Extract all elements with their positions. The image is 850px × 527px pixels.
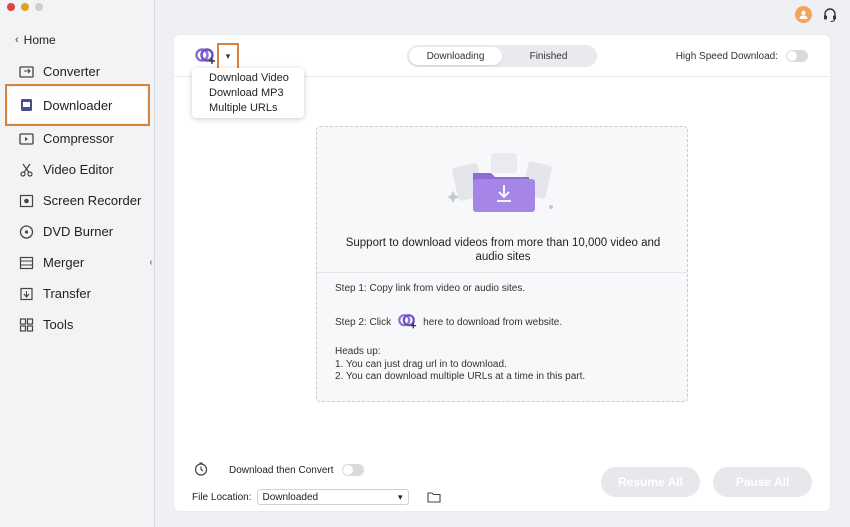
- sidebar-nav: Converter Downloader Compressor Video Ed…: [0, 56, 155, 340]
- tools-icon: [18, 317, 34, 333]
- sidebar-item-transfer[interactable]: Transfer: [0, 278, 155, 309]
- sidebar-item-screen-recorder[interactable]: Screen Recorder: [0, 185, 155, 216]
- converter-icon: [18, 64, 34, 80]
- menu-item-multiple-urls[interactable]: Multiple URLs: [192, 101, 304, 116]
- file-location-label: File Location:: [192, 491, 252, 503]
- tip-1: 1. You can just drag url in to download.: [335, 358, 507, 370]
- folder-icon[interactable]: [427, 491, 442, 503]
- headset-icon[interactable]: [822, 7, 838, 23]
- scissors-icon: [18, 162, 34, 178]
- add-url-menu: Download Video Download MP3 Multiple URL…: [192, 68, 304, 118]
- compressor-icon: [18, 131, 34, 147]
- high-speed-download: High Speed Download:: [676, 50, 808, 62]
- dvd-icon: [18, 224, 34, 240]
- download-then-convert-label: Download then Convert: [229, 464, 334, 476]
- window-controls: [7, 3, 43, 11]
- file-location: File Location: Downloaded ▾: [192, 489, 442, 505]
- sidebar-item-tools[interactable]: Tools: [0, 309, 155, 340]
- downloader-icon: [18, 97, 34, 113]
- tip-2: 2. You can download multiple URLs at a t…: [335, 371, 586, 382]
- sidebar-item-label: Merger: [43, 255, 85, 270]
- sidebar-item-label: Compressor: [43, 131, 114, 146]
- download-then-convert: Download then Convert: [229, 464, 364, 476]
- sidebar-item-label: Video Editor: [43, 162, 114, 177]
- sidebar: ‹ Home Converter Downloader Compressor V…: [0, 0, 155, 527]
- sidebar-item-compressor[interactable]: Compressor: [0, 123, 155, 154]
- add-url-dropdown-button[interactable]: ▾: [217, 43, 239, 70]
- timer-icon[interactable]: [194, 462, 208, 476]
- download-folder-icon: [447, 151, 557, 221]
- high-speed-toggle[interactable]: [786, 50, 808, 62]
- zoom-window-button[interactable]: [35, 3, 43, 11]
- transfer-icon: [18, 286, 34, 302]
- chevron-left-icon: ‹: [15, 34, 19, 46]
- step-2-prefix: Step 2: Click: [335, 316, 392, 328]
- home-label: Home: [23, 33, 56, 47]
- sidebar-item-label: Downloader: [43, 97, 113, 113]
- sidebar-item-label: Tools: [43, 317, 74, 332]
- screen-recorder-icon: [18, 193, 34, 209]
- minimize-window-button[interactable]: [21, 3, 29, 11]
- avatar[interactable]: [795, 6, 812, 23]
- status-tabs: Downloading Finished: [407, 45, 597, 67]
- divider: [317, 272, 687, 273]
- add-url-button[interactable]: [194, 46, 216, 68]
- step-2-suffix: here to download from website.: [423, 316, 563, 328]
- menu-item-download-mp3[interactable]: Download MP3: [192, 86, 304, 101]
- sidebar-item-label: Transfer: [43, 286, 91, 301]
- heads-up-title: Heads up:: [335, 346, 381, 357]
- high-speed-label: High Speed Download:: [675, 50, 778, 62]
- download-then-convert-toggle[interactable]: [341, 464, 364, 476]
- close-window-button[interactable]: [7, 3, 15, 11]
- tab-downloading[interactable]: Downloading: [409, 47, 502, 65]
- tab-finished[interactable]: Finished: [502, 47, 595, 65]
- sidebar-item-converter[interactable]: Converter: [0, 56, 155, 87]
- collapse-sidebar-button[interactable]: ‹: [145, 250, 157, 274]
- sidebar-item-label: Screen Recorder: [43, 193, 142, 208]
- step-1-text: Step 1: Copy link from video or audio si…: [335, 283, 526, 294]
- sidebar-item-video-editor[interactable]: Video Editor: [0, 154, 155, 185]
- heads-up: Heads up: 1. You can just drag url in to…: [335, 346, 585, 384]
- link-add-icon: [195, 48, 215, 64]
- link-add-icon: [397, 312, 417, 332]
- sidebar-item-dvd-burner[interactable]: DVD Burner: [0, 216, 155, 247]
- chevron-left-icon: ‹: [149, 256, 153, 268]
- pause-all-button[interactable]: Pause All: [713, 467, 812, 497]
- drop-zone[interactable]: Support to download videos from more tha…: [316, 126, 688, 402]
- sidebar-item-label: DVD Burner: [43, 224, 114, 239]
- file-location-select[interactable]: Downloaded ▾: [257, 489, 410, 505]
- sidebar-item-label: Converter: [43, 64, 101, 79]
- step-2-text: Step 2: Click here to download from webs…: [335, 312, 562, 332]
- top-right-icons: [795, 6, 838, 23]
- chevron-down-icon: ▾: [397, 491, 403, 502]
- home-link[interactable]: ‹ Home: [15, 33, 56, 47]
- sidebar-item-downloader[interactable]: Downloader: [5, 84, 150, 126]
- drop-zone-message: Support to download videos from more tha…: [345, 237, 661, 263]
- sidebar-item-merger[interactable]: Merger: [0, 247, 155, 278]
- menu-item-download-video[interactable]: Download Video: [192, 71, 304, 86]
- file-location-value: Downloaded: [262, 491, 319, 503]
- chevron-down-icon: ▾: [225, 51, 231, 61]
- resume-all-button[interactable]: Resume All: [601, 467, 700, 497]
- merger-icon: [18, 255, 34, 271]
